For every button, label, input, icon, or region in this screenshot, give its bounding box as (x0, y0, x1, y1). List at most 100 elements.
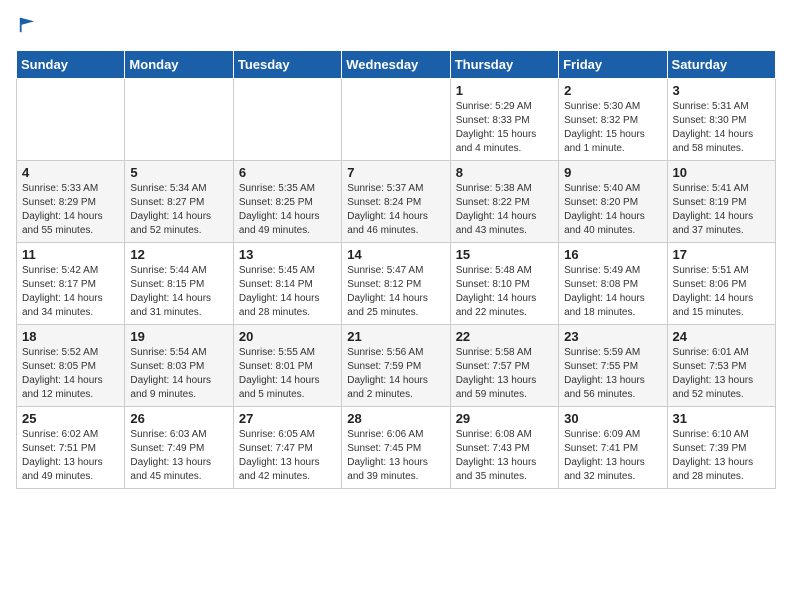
calendar-cell: 13 Sunrise: 5:45 AM Sunset: 8:14 PM Dayli… (233, 242, 341, 324)
calendar-cell: 21 Sunrise: 5:56 AM Sunset: 7:59 PM Dayli… (342, 324, 450, 406)
page-header (16, 16, 776, 40)
day-info: Sunrise: 6:06 AM Sunset: 7:45 PM Dayligh… (347, 428, 444, 484)
day-info: Sunrise: 5:31 AM Sunset: 8:30 PM Dayligh… (673, 100, 770, 156)
day-info: Sunrise: 6:10 AM Sunset: 7:39 PM Dayligh… (673, 428, 770, 484)
day-info: Sunrise: 5:54 AM Sunset: 8:03 PM Dayligh… (130, 346, 227, 402)
day-number: 8 (456, 165, 553, 180)
day-info: Sunrise: 5:56 AM Sunset: 7:59 PM Dayligh… (347, 346, 444, 402)
day-number: 10 (673, 165, 770, 180)
day-number: 22 (456, 329, 553, 344)
calendar-table: SundayMondayTuesdayWednesdayThursdayFrid… (16, 50, 776, 489)
day-info: Sunrise: 5:45 AM Sunset: 8:14 PM Dayligh… (239, 264, 336, 320)
day-number: 27 (239, 411, 336, 426)
day-number: 21 (347, 329, 444, 344)
day-number: 23 (564, 329, 661, 344)
day-number: 31 (673, 411, 770, 426)
calendar-cell (342, 78, 450, 160)
calendar-cell: 10 Sunrise: 5:41 AM Sunset: 8:19 PM Dayli… (667, 160, 775, 242)
weekday-header-tuesday: Tuesday (233, 50, 341, 78)
day-info: Sunrise: 5:48 AM Sunset: 8:10 PM Dayligh… (456, 264, 553, 320)
day-info: Sunrise: 5:51 AM Sunset: 8:06 PM Dayligh… (673, 264, 770, 320)
calendar-cell: 12 Sunrise: 5:44 AM Sunset: 8:15 PM Dayli… (125, 242, 233, 324)
day-info: Sunrise: 5:42 AM Sunset: 8:17 PM Dayligh… (22, 264, 119, 320)
calendar-cell: 4 Sunrise: 5:33 AM Sunset: 8:29 PM Daylig… (17, 160, 125, 242)
day-number: 1 (456, 83, 553, 98)
day-info: Sunrise: 6:03 AM Sunset: 7:49 PM Dayligh… (130, 428, 227, 484)
logo-flag-icon (18, 16, 36, 34)
calendar-header-row: SundayMondayTuesdayWednesdayThursdayFrid… (17, 50, 776, 78)
day-number: 24 (673, 329, 770, 344)
day-number: 20 (239, 329, 336, 344)
day-info: Sunrise: 5:35 AM Sunset: 8:25 PM Dayligh… (239, 182, 336, 238)
calendar-cell (125, 78, 233, 160)
weekday-header-friday: Friday (559, 50, 667, 78)
day-info: Sunrise: 6:05 AM Sunset: 7:47 PM Dayligh… (239, 428, 336, 484)
calendar-week-2: 4 Sunrise: 5:33 AM Sunset: 8:29 PM Daylig… (17, 160, 776, 242)
day-number: 4 (22, 165, 119, 180)
weekday-header-sunday: Sunday (17, 50, 125, 78)
day-number: 14 (347, 247, 444, 262)
calendar-cell: 27 Sunrise: 6:05 AM Sunset: 7:47 PM Dayli… (233, 406, 341, 488)
day-info: Sunrise: 5:33 AM Sunset: 8:29 PM Dayligh… (22, 182, 119, 238)
calendar-week-4: 18 Sunrise: 5:52 AM Sunset: 8:05 PM Dayli… (17, 324, 776, 406)
day-number: 2 (564, 83, 661, 98)
day-number: 15 (456, 247, 553, 262)
calendar-week-3: 11 Sunrise: 5:42 AM Sunset: 8:17 PM Dayli… (17, 242, 776, 324)
day-info: Sunrise: 5:38 AM Sunset: 8:22 PM Dayligh… (456, 182, 553, 238)
day-number: 9 (564, 165, 661, 180)
calendar-week-1: 1Sunrise: 5:29 AM Sunset: 8:33 PM Daylig… (17, 78, 776, 160)
calendar-cell: 8 Sunrise: 5:38 AM Sunset: 8:22 PM Daylig… (450, 160, 558, 242)
day-number: 26 (130, 411, 227, 426)
day-number: 3 (673, 83, 770, 98)
calendar-cell: 17Sunrise: 5:51 AM Sunset: 8:06 PM Dayli… (667, 242, 775, 324)
calendar-cell: 9 Sunrise: 5:40 AM Sunset: 8:20 PM Daylig… (559, 160, 667, 242)
day-number: 11 (22, 247, 119, 262)
day-number: 28 (347, 411, 444, 426)
calendar-cell: 2 Sunrise: 5:30 AM Sunset: 8:32 PM Daylig… (559, 78, 667, 160)
calendar-cell: 5Sunrise: 5:34 AM Sunset: 8:27 PM Daylig… (125, 160, 233, 242)
logo (16, 16, 36, 40)
day-info: Sunrise: 6:09 AM Sunset: 7:41 PM Dayligh… (564, 428, 661, 484)
calendar-cell: 25 Sunrise: 6:02 AM Sunset: 7:51 PM Dayli… (17, 406, 125, 488)
day-info: Sunrise: 5:52 AM Sunset: 8:05 PM Dayligh… (22, 346, 119, 402)
calendar-cell: 15 Sunrise: 5:48 AM Sunset: 8:10 PM Dayli… (450, 242, 558, 324)
calendar-week-5: 25 Sunrise: 6:02 AM Sunset: 7:51 PM Dayli… (17, 406, 776, 488)
calendar-cell: 28 Sunrise: 6:06 AM Sunset: 7:45 PM Dayli… (342, 406, 450, 488)
day-number: 30 (564, 411, 661, 426)
calendar-cell: 11 Sunrise: 5:42 AM Sunset: 8:17 PM Dayli… (17, 242, 125, 324)
day-number: 29 (456, 411, 553, 426)
calendar-cell: 14 Sunrise: 5:47 AM Sunset: 8:12 PM Dayli… (342, 242, 450, 324)
day-info: Sunrise: 5:49 AM Sunset: 8:08 PM Dayligh… (564, 264, 661, 320)
day-number: 12 (130, 247, 227, 262)
day-info: Sunrise: 6:02 AM Sunset: 7:51 PM Dayligh… (22, 428, 119, 484)
calendar-cell (233, 78, 341, 160)
day-info: Sunrise: 5:44 AM Sunset: 8:15 PM Dayligh… (130, 264, 227, 320)
calendar-cell: 30 Sunrise: 6:09 AM Sunset: 7:41 PM Dayli… (559, 406, 667, 488)
day-info: Sunrise: 5:47 AM Sunset: 8:12 PM Dayligh… (347, 264, 444, 320)
calendar-cell (17, 78, 125, 160)
calendar-cell: 1Sunrise: 5:29 AM Sunset: 8:33 PM Daylig… (450, 78, 558, 160)
calendar-cell: 23Sunrise: 5:59 AM Sunset: 7:55 PM Dayli… (559, 324, 667, 406)
day-number: 5 (130, 165, 227, 180)
calendar-cell: 7 Sunrise: 5:37 AM Sunset: 8:24 PM Daylig… (342, 160, 450, 242)
calendar-cell: 19Sunrise: 5:54 AM Sunset: 8:03 PM Dayli… (125, 324, 233, 406)
day-number: 18 (22, 329, 119, 344)
calendar-cell: 22Sunrise: 5:58 AM Sunset: 7:57 PM Dayli… (450, 324, 558, 406)
weekday-header-saturday: Saturday (667, 50, 775, 78)
calendar-cell: 3 Sunrise: 5:31 AM Sunset: 8:30 PM Daylig… (667, 78, 775, 160)
calendar-cell: 24 Sunrise: 6:01 AM Sunset: 7:53 PM Dayli… (667, 324, 775, 406)
logo-text (16, 16, 36, 40)
day-number: 13 (239, 247, 336, 262)
calendar-cell: 29 Sunrise: 6:08 AM Sunset: 7:43 PM Dayli… (450, 406, 558, 488)
day-info: Sunrise: 5:41 AM Sunset: 8:19 PM Dayligh… (673, 182, 770, 238)
calendar-cell: 18 Sunrise: 5:52 AM Sunset: 8:05 PM Dayli… (17, 324, 125, 406)
day-info: Sunrise: 5:40 AM Sunset: 8:20 PM Dayligh… (564, 182, 661, 238)
day-info: Sunrise: 5:30 AM Sunset: 8:32 PM Dayligh… (564, 100, 661, 156)
day-info: Sunrise: 5:55 AM Sunset: 8:01 PM Dayligh… (239, 346, 336, 402)
day-number: 6 (239, 165, 336, 180)
day-info: Sunrise: 6:08 AM Sunset: 7:43 PM Dayligh… (456, 428, 553, 484)
day-info: Sunrise: 5:37 AM Sunset: 8:24 PM Dayligh… (347, 182, 444, 238)
day-number: 7 (347, 165, 444, 180)
day-number: 25 (22, 411, 119, 426)
day-info: Sunrise: 6:01 AM Sunset: 7:53 PM Dayligh… (673, 346, 770, 402)
